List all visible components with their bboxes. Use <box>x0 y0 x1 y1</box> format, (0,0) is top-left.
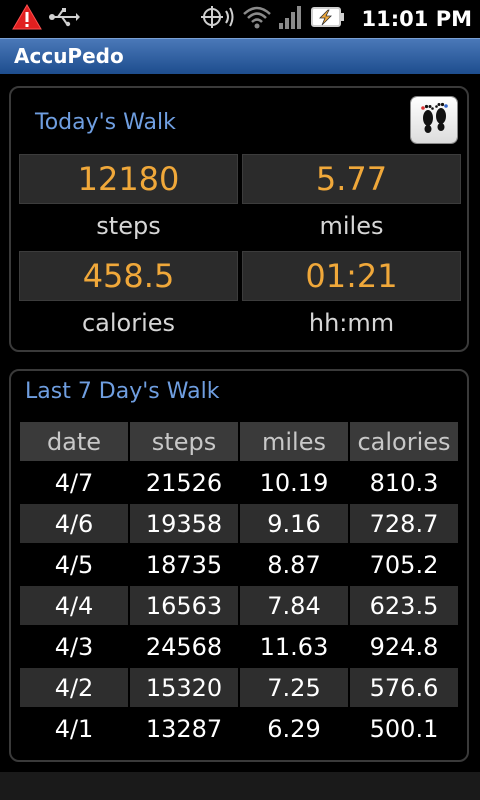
app-title-bar: AccuPedo <box>0 38 480 74</box>
calories-label: calories <box>81 309 176 337</box>
cell-date: 4/5 <box>54 550 94 579</box>
duration-value: 01:21 <box>242 251 461 301</box>
cell-date: 4/4 <box>20 586 128 625</box>
wifi-icon <box>242 4 272 34</box>
column-header-calories: calories <box>350 422 458 461</box>
table-row[interactable]: 4/1 13287 6.29 500.1 <box>20 708 460 749</box>
status-bar: 11:01 PM <box>0 0 480 38</box>
cell-steps: 16563 <box>130 586 238 625</box>
cell-steps: 24568 <box>145 632 223 661</box>
cell-date: 4/3 <box>54 632 94 661</box>
cell-steps: 19358 <box>130 504 238 543</box>
cell-steps: 13287 <box>145 714 223 743</box>
footprints-button[interactable] <box>411 97 457 143</box>
steps-label: steps <box>96 212 161 240</box>
cell-steps: 15320 <box>130 668 238 707</box>
bottom-bar <box>0 772 480 800</box>
calories-value: 458.5 <box>19 251 238 301</box>
cell-calories: 810.3 <box>369 468 439 497</box>
cell-miles: 9.16 <box>240 504 348 543</box>
cell-miles: 8.87 <box>267 550 321 579</box>
table-header-row: date steps miles calories <box>20 421 460 462</box>
cell-miles: 6.29 <box>267 714 321 743</box>
cell-calories: 623.5 <box>350 586 458 625</box>
cell-calories: 576.6 <box>350 668 458 707</box>
column-header-steps: steps <box>130 422 238 461</box>
signal-icon <box>278 4 304 34</box>
cell-steps: 21526 <box>145 468 223 497</box>
duration-label: hh:mm <box>308 309 395 337</box>
walk-history-table: date steps miles calories 4/7 21526 10.1… <box>20 421 460 749</box>
gps-icon <box>200 4 236 34</box>
table-row[interactable]: 4/2 15320 7.25 576.6 <box>20 667 460 708</box>
status-system: 11:01 PM <box>200 3 472 35</box>
footprints-icon <box>417 101 451 139</box>
last-7-days-title: Last 7 Day's Walk <box>25 379 220 404</box>
warning-icon <box>12 4 42 34</box>
miles-value: 5.77 <box>242 154 461 204</box>
table-row[interactable]: 4/4 16563 7.84 623.5 <box>20 585 460 626</box>
table-row[interactable]: 4/7 21526 10.19 810.3 <box>20 462 460 503</box>
status-notifications <box>12 3 86 35</box>
cell-miles: 7.84 <box>240 586 348 625</box>
cell-steps: 18735 <box>145 550 223 579</box>
todays-walk-panel: Today's Walk 12180 steps 5.77 miles 458.… <box>9 86 469 352</box>
usb-icon <box>48 7 80 31</box>
cell-date: 4/6 <box>20 504 128 543</box>
last-7-days-panel: Last 7 Day's Walk date steps miles calor… <box>9 369 469 762</box>
status-time: 11:01 PM <box>361 7 472 31</box>
app-title: AccuPedo <box>14 44 124 68</box>
steps-value: 12180 <box>19 154 238 204</box>
cell-calories: 500.1 <box>369 714 439 743</box>
cell-date: 4/1 <box>54 714 94 743</box>
miles-label: miles <box>319 212 384 240</box>
battery-charging-icon <box>310 4 346 34</box>
table-row[interactable]: 4/3 24568 11.63 924.8 <box>20 626 460 667</box>
cell-miles: 7.25 <box>240 668 348 707</box>
cell-miles: 11.63 <box>259 632 329 661</box>
todays-walk-title: Today's Walk <box>35 110 176 135</box>
cell-date: 4/7 <box>54 468 94 497</box>
cell-date: 4/2 <box>20 668 128 707</box>
cell-miles: 10.19 <box>259 468 329 497</box>
table-row[interactable]: 4/5 18735 8.87 705.2 <box>20 544 460 585</box>
column-header-date: date <box>20 422 128 461</box>
column-header-miles: miles <box>240 422 348 461</box>
cell-calories: 705.2 <box>369 550 439 579</box>
table-row[interactable]: 4/6 19358 9.16 728.7 <box>20 503 460 544</box>
cell-calories: 924.8 <box>369 632 439 661</box>
cell-calories: 728.7 <box>350 504 458 543</box>
